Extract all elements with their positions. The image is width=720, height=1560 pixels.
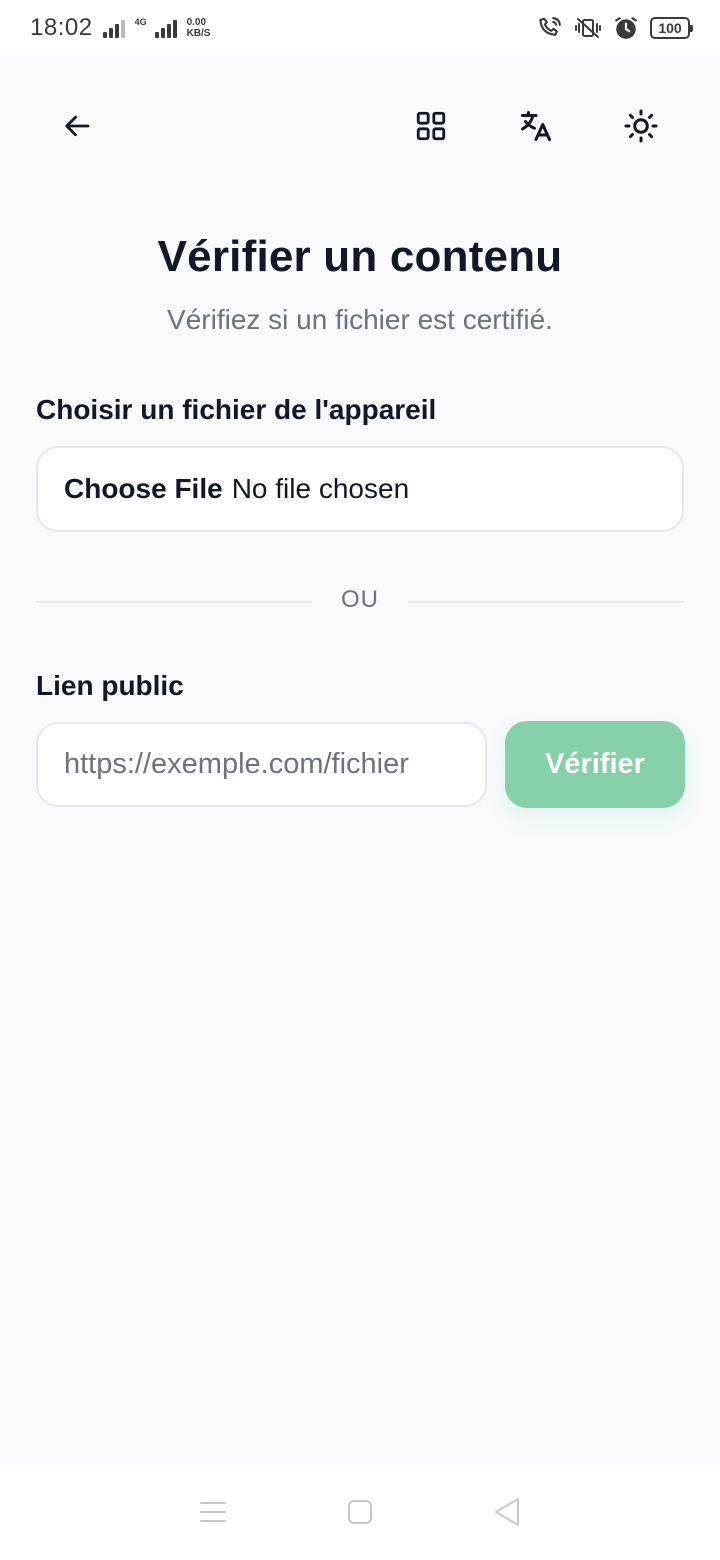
divider-text: OU [341,586,379,613]
menu-icon [200,1502,227,1522]
alarm-icon [612,14,640,42]
verify-button[interactable]: Vérifier [505,721,685,808]
file-section-label: Choisir un fichier de l'appareil [36,394,437,425]
system-nav-bar [0,1464,720,1560]
network-speed-unit: KB/S [186,28,211,39]
signal-strength-icon [102,18,125,38]
file-picker[interactable]: Choose File No file chosen [36,446,684,532]
network-type: 4G [134,16,147,27]
network-speed-value: 0.00 [186,17,207,28]
wifi-calling-icon [536,14,564,42]
language-button[interactable] [508,98,564,154]
translate-icon [521,111,551,141]
status-time: 18:02 [30,14,93,41]
page-subtitle: Vérifiez si un fichier est certifié. [167,304,553,335]
divider-line-left [36,601,312,603]
status-bar-left: 18:02 4G 0.00 KB/S [30,14,210,42]
file-status: No file chosen [231,473,410,504]
qr-code-icon [416,111,446,141]
vibrate-icon [574,14,602,42]
divider-line-right [408,601,684,603]
choose-file-button[interactable]: Choose File [64,473,223,505]
theme-toggle-button[interactable] [613,98,669,154]
link-section-label: Lien public [36,670,184,701]
public-link-input[interactable] [36,722,487,807]
network-speed: 0.00 KB/S [187,17,211,39]
signal-strength-2-icon [154,18,177,38]
back-arrow-icon [65,115,90,137]
status-bar: 18:02 4G 0.00 KB/S 100 [0,0,720,56]
page-title: Vérifier un contenu [157,232,563,281]
battery-indicator: 100 [650,17,693,39]
sun-icon [624,109,658,143]
recent-apps-button[interactable] [183,1482,243,1542]
system-back-button[interactable] [477,1482,537,1542]
home-square-icon [347,1500,372,1524]
status-bar-right: 100 [536,14,693,42]
back-triangle-icon [494,1498,519,1526]
app-bar [0,92,720,162]
back-button[interactable] [50,98,106,154]
home-button[interactable] [330,1482,390,1542]
qr-scan-button[interactable] [403,98,459,154]
